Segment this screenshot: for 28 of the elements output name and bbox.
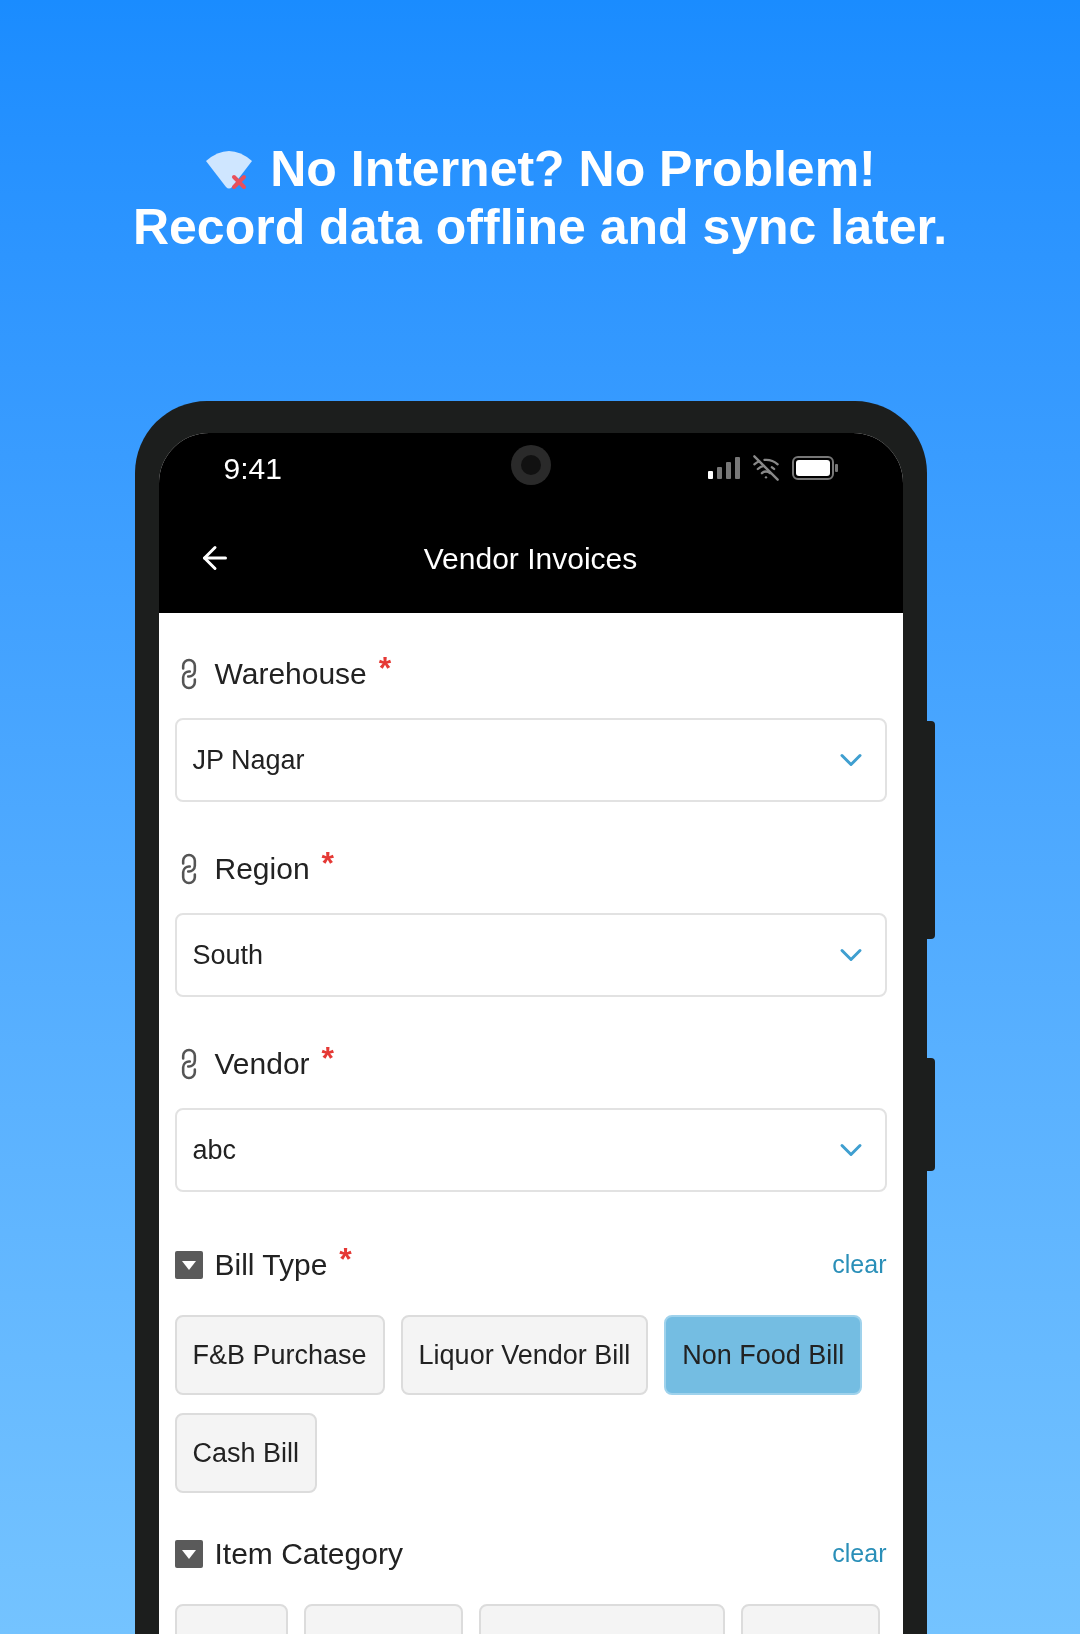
screen-title: Vendor Invoices — [423, 540, 638, 577]
field-label: Item Category — [214, 1536, 403, 1572]
field-label: Region — [214, 851, 310, 887]
choice-chip[interactable]: Cash Bill — [174, 1413, 318, 1493]
camera-icon — [510, 445, 551, 485]
required-mark: * — [339, 1239, 352, 1279]
choice-chip[interactable]: Liquor Vendor Bill — [400, 1315, 649, 1395]
collapse-icon — [174, 1539, 203, 1568]
battery-icon — [791, 456, 838, 480]
dropdown-field[interactable]: JP Nagar — [174, 718, 887, 802]
choice-chip[interactable]: F&B Purchase — [174, 1315, 385, 1395]
collapse-icon — [174, 1250, 203, 1279]
signal-icon — [707, 457, 740, 479]
status-time: 9:41 — [223, 450, 282, 487]
required-mark: * — [321, 843, 335, 883]
field-label: Vendor — [214, 1046, 310, 1082]
clear-link[interactable]: clear — [832, 1245, 887, 1284]
field-label: Warehouse — [214, 656, 367, 692]
choice-chip[interactable]: Non Food Bill — [664, 1315, 863, 1395]
dropdown-field[interactable]: abc — [174, 1108, 887, 1192]
field-label: Bill Type — [214, 1247, 328, 1283]
headline: No Internet? No Problem! — [270, 140, 876, 198]
dropdown-field[interactable]: South — [174, 913, 887, 997]
clear-link[interactable]: clear — [832, 1534, 887, 1573]
required-mark: * — [378, 648, 392, 688]
subheadline: Record data offline and sync later. — [132, 198, 948, 256]
required-mark: * — [321, 1038, 335, 1078]
wifi-off-icon — [751, 454, 780, 482]
